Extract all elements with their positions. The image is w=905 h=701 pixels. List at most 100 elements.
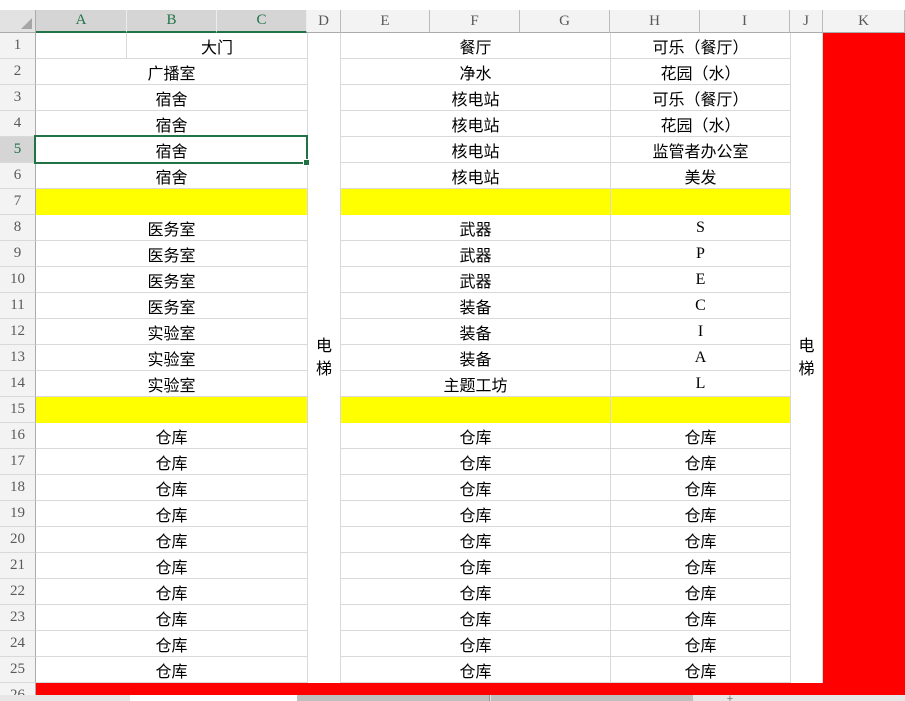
cell-abc-row6[interactable]: 宿舍 — [36, 163, 307, 189]
column-header-A[interactable]: A — [36, 10, 127, 33]
column-header-F[interactable]: F — [430, 10, 520, 33]
cell-efg-row24[interactable]: 仓库 — [341, 631, 610, 657]
cell-efg-row11[interactable]: 装备 — [341, 293, 610, 319]
cell-abc-row14[interactable]: 实验室 — [36, 371, 307, 397]
cell-abc-row5[interactable]: 宿舍 — [36, 137, 307, 163]
cell-hi-row5[interactable]: 监管者办公室 — [610, 137, 790, 163]
row-header-7[interactable]: 7 — [0, 189, 36, 215]
cell-abc-row25[interactable]: 仓库 — [36, 657, 307, 683]
cell-hi-row3[interactable]: 可乐（餐厅） — [610, 85, 790, 111]
cell-elevator-J[interactable]: 电梯 — [790, 33, 823, 683]
row-header-23[interactable]: 23 — [0, 605, 36, 631]
cell-hi-row19[interactable]: 仓库 — [610, 501, 790, 527]
column-header-G[interactable]: G — [520, 10, 610, 33]
cell-abc-row23[interactable]: 仓库 — [36, 605, 307, 631]
row-header-8[interactable]: 8 — [0, 215, 36, 241]
row-header-1[interactable]: 1 — [0, 33, 36, 59]
cell-efg-row5[interactable]: 核电站 — [341, 137, 610, 163]
cell-abc-row20[interactable]: 仓库 — [36, 527, 307, 553]
row-header-2[interactable]: 2 — [0, 59, 36, 85]
cell-hi-row22[interactable]: 仓库 — [610, 579, 790, 605]
column-header-D[interactable]: D — [307, 10, 341, 33]
cell-hi-row23[interactable]: 仓库 — [610, 605, 790, 631]
row-header-25[interactable]: 25 — [0, 657, 36, 683]
cell-efg-row14[interactable]: 主题工坊 — [341, 371, 610, 397]
cell-abc-row7[interactable] — [36, 189, 307, 215]
cell-efg-row15[interactable] — [341, 397, 610, 423]
column-header-H[interactable]: H — [610, 10, 700, 33]
sheet-tab-2[interactable] — [297, 695, 490, 701]
row-header-5[interactable]: 5 — [0, 137, 36, 163]
sheet-tab-3[interactable] — [491, 695, 693, 701]
row-header-17[interactable]: 17 — [0, 449, 36, 475]
row-header-24[interactable]: 24 — [0, 631, 36, 657]
row-header-19[interactable]: 19 — [0, 501, 36, 527]
column-header-E[interactable]: E — [341, 10, 430, 33]
cell-efg-row13[interactable]: 装备 — [341, 345, 610, 371]
row-header-4[interactable]: 4 — [0, 111, 36, 137]
cell-hi-row14[interactable]: L — [610, 371, 790, 397]
cell-efg-row2[interactable]: 净水 — [341, 59, 610, 85]
cell-efg-row7[interactable] — [341, 189, 610, 215]
column-header-C[interactable]: C — [217, 10, 307, 33]
cell-efg-row16[interactable]: 仓库 — [341, 423, 610, 449]
row-header-18[interactable]: 18 — [0, 475, 36, 501]
cell-abc-row24[interactable]: 仓库 — [36, 631, 307, 657]
cell-hi-row4[interactable]: 花园（水） — [610, 111, 790, 137]
cell-efg-row23[interactable]: 仓库 — [341, 605, 610, 631]
column-header-J[interactable]: J — [790, 10, 823, 33]
cell-abc-row3[interactable]: 宿舍 — [36, 85, 307, 111]
column-header-I[interactable]: I — [700, 10, 790, 33]
cell-abc-row1[interactable]: 大门 — [127, 33, 307, 59]
cell-hi-row20[interactable]: 仓库 — [610, 527, 790, 553]
cell-abc-row17[interactable]: 仓库 — [36, 449, 307, 475]
row-header-20[interactable]: 20 — [0, 527, 36, 553]
select-all-corner[interactable] — [0, 10, 36, 33]
cell-abc-row16[interactable]: 仓库 — [36, 423, 307, 449]
column-header-K[interactable]: K — [823, 10, 905, 33]
cell-hi-row2[interactable]: 花园（水） — [610, 59, 790, 85]
cell-hi-row21[interactable]: 仓库 — [610, 553, 790, 579]
cell-hi-row18[interactable]: 仓库 — [610, 475, 790, 501]
cell-efg-row9[interactable]: 武器 — [341, 241, 610, 267]
cell-efg-row21[interactable]: 仓库 — [341, 553, 610, 579]
cell-abc-row15[interactable] — [36, 397, 307, 423]
cell-efg-row25[interactable]: 仓库 — [341, 657, 610, 683]
cell-hi-row25[interactable]: 仓库 — [610, 657, 790, 683]
row-header-21[interactable]: 21 — [0, 553, 36, 579]
cell-efg-row4[interactable]: 核电站 — [341, 111, 610, 137]
cell-abc-row10[interactable]: 医务室 — [36, 267, 307, 293]
cell-abc-row11[interactable]: 医务室 — [36, 293, 307, 319]
column-header-B[interactable]: B — [127, 10, 217, 33]
cell-elevator-D[interactable]: 电梯 — [307, 33, 341, 683]
cell-efg-row1[interactable]: 餐厅 — [341, 33, 610, 59]
row-header-12[interactable]: 12 — [0, 319, 36, 345]
cell-hi-row11[interactable]: C — [610, 293, 790, 319]
cell-hi-row9[interactable]: P — [610, 241, 790, 267]
row-header-15[interactable]: 15 — [0, 397, 36, 423]
cell-abc-row4[interactable]: 宿舍 — [36, 111, 307, 137]
row-header-13[interactable]: 13 — [0, 345, 36, 371]
cell-hi-row16[interactable]: 仓库 — [610, 423, 790, 449]
row-header-6[interactable]: 6 — [0, 163, 36, 189]
cell-hi-row8[interactable]: S — [610, 215, 790, 241]
cell-abc-row21[interactable]: 仓库 — [36, 553, 307, 579]
selection-fill-handle[interactable] — [303, 159, 310, 166]
row-header-14[interactable]: 14 — [0, 371, 36, 397]
cell-abc-row22[interactable]: 仓库 — [36, 579, 307, 605]
sheet-tab-active[interactable] — [130, 695, 297, 701]
cell-abc-row8[interactable]: 医务室 — [36, 215, 307, 241]
cell-efg-row17[interactable]: 仓库 — [341, 449, 610, 475]
cell-red-column-K[interactable] — [823, 33, 905, 695]
cell-abc-row18[interactable]: 仓库 — [36, 475, 307, 501]
cell-efg-row22[interactable]: 仓库 — [341, 579, 610, 605]
cell-hi-row10[interactable]: E — [610, 267, 790, 293]
cell-abc-row2[interactable]: 广播室 — [36, 59, 307, 85]
row-header-22[interactable]: 22 — [0, 579, 36, 605]
row-header-10[interactable]: 10 — [0, 267, 36, 293]
cell-hi-row12[interactable]: I — [610, 319, 790, 345]
cell-efg-row20[interactable]: 仓库 — [341, 527, 610, 553]
row-header-16[interactable]: 16 — [0, 423, 36, 449]
row-header-3[interactable]: 3 — [0, 85, 36, 111]
cell-abc-row12[interactable]: 实验室 — [36, 319, 307, 345]
